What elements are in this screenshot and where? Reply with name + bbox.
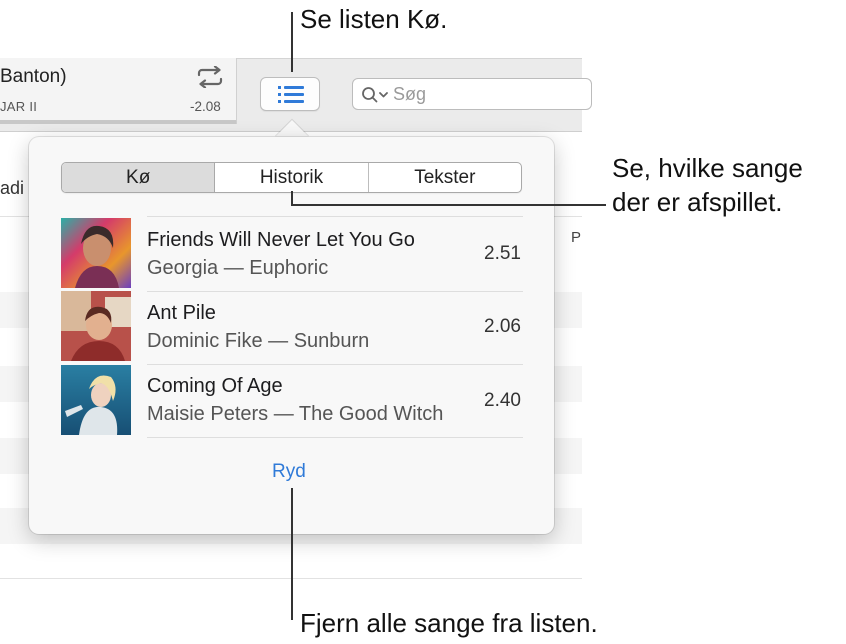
search-icon	[362, 87, 388, 103]
queue-item-title: Friends Will Never Let You Go	[147, 229, 415, 251]
callout-line-clear	[291, 488, 293, 620]
album-art	[61, 218, 131, 288]
queue-button[interactable]	[260, 77, 320, 111]
tab-history[interactable]: Historik	[215, 163, 369, 192]
tab-lyrics[interactable]: Tekster	[369, 163, 521, 192]
album-art	[61, 365, 131, 435]
callout-line-history	[291, 204, 606, 206]
callout-line-queue	[291, 12, 293, 72]
callout-clear: Fjern alle sange fra listen.	[300, 608, 598, 638]
queue-divider	[147, 216, 523, 217]
queue-item-artist-album: Maisie Peters — The Good Witch	[147, 403, 444, 425]
queue-item-artist-album: Georgia — Euphoric	[147, 257, 329, 279]
queue-item-duration: 2.51	[484, 243, 521, 264]
queue-divider	[147, 364, 523, 365]
queue-divider	[147, 437, 523, 438]
column-header-fragment: adi	[0, 178, 25, 198]
search-field[interactable]: Søg	[352, 78, 592, 110]
search-placeholder: Søg	[393, 84, 427, 104]
tab-queue[interactable]: Kø	[62, 163, 216, 192]
now-playing-subtitle: JAR II	[0, 99, 38, 114]
callout-line-history-stem	[291, 191, 293, 205]
queue-item-artist-album: Dominic Fike — Sunburn	[147, 330, 370, 352]
playback-progress-bar[interactable]	[0, 120, 236, 124]
clear-queue-button[interactable]: Ryd	[272, 461, 306, 483]
queue-item-duration: 2.40	[484, 390, 521, 411]
queue-item-duration: 2.06	[484, 316, 521, 337]
queue-item-title: Ant Pile	[147, 302, 216, 324]
callout-queue: Se listen Kø.	[300, 4, 448, 34]
column-header-p: P	[571, 229, 582, 246]
queue-list-icon	[278, 86, 304, 103]
callout-history-line2: der er afspillet.	[612, 187, 783, 217]
queue-tab-control[interactable]: Kø Historik Tekster	[61, 162, 522, 193]
queue-divider	[147, 291, 523, 292]
callout-history-line1: Se, hvilke sange	[612, 153, 803, 183]
now-playing-title: Banton)	[0, 66, 67, 87]
queue-item-title: Coming Of Age	[147, 375, 283, 397]
repeat-icon[interactable]	[194, 66, 226, 88]
time-remaining: -2.08	[190, 99, 221, 114]
album-art	[61, 291, 131, 361]
